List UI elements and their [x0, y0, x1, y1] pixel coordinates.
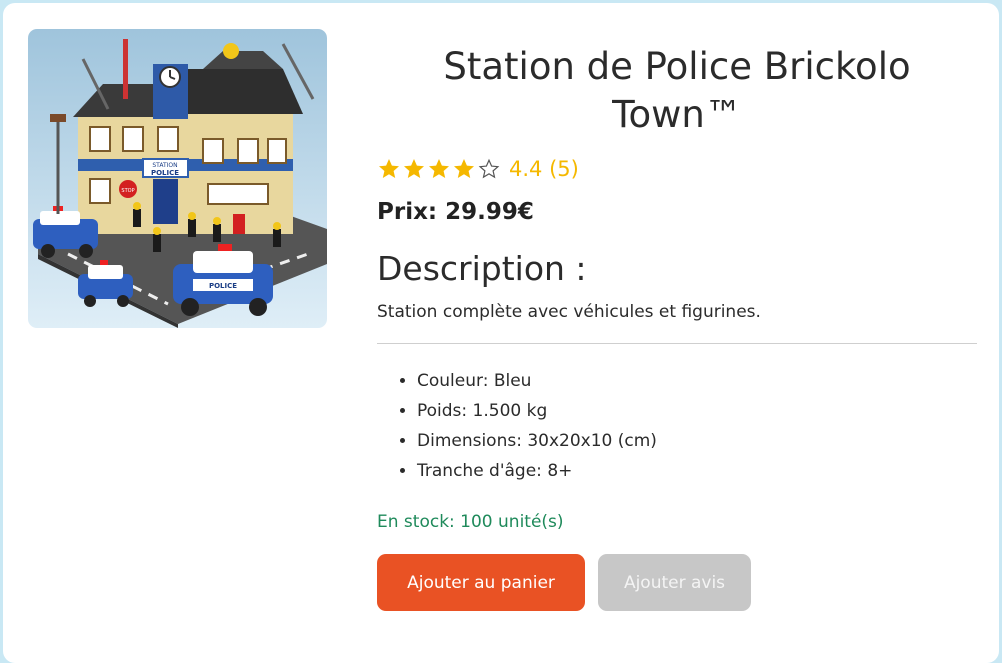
- star-full-icon: [404, 159, 424, 178]
- sign-text-top: STATION: [152, 162, 177, 169]
- star-full-icon: [454, 159, 474, 178]
- product-image: STATION POLICE STOP POLICE: [28, 29, 327, 328]
- sign-text-bottom: POLICE: [151, 169, 179, 177]
- add-to-cart-button[interactable]: Ajouter au panier: [377, 554, 585, 611]
- spec-list: Couleur: Bleu Poids: 1.500 kg Dimensions…: [377, 366, 977, 486]
- rating-text: 4.4 (5): [509, 157, 579, 181]
- spec-item-weight: Poids: 1.500 kg: [417, 396, 977, 426]
- police-station-illustration: STATION POLICE STOP POLICE: [28, 29, 327, 328]
- product-title: Station de Police Brickolo Town™: [443, 45, 911, 136]
- rating: 4.4 (5): [377, 155, 977, 183]
- action-buttons: Ajouter au panier Ajouter avis: [377, 554, 977, 611]
- product-price: Prix: 29.99€: [377, 199, 534, 225]
- rating-stars: [377, 157, 501, 181]
- car-label: POLICE: [209, 282, 237, 290]
- add-review-button[interactable]: Ajouter avis: [598, 554, 751, 611]
- star-full-icon: [429, 159, 449, 178]
- star-empty-icon: [478, 158, 500, 179]
- product-card: STATION POLICE STOP POLICE Station de Po…: [3, 3, 999, 663]
- spec-item-color: Couleur: Bleu: [417, 366, 977, 396]
- stock-status: En stock: 100 unité(s): [377, 512, 564, 532]
- description-text: Station complète avec véhicules et figur…: [377, 302, 761, 322]
- stop-sign-text: STOP: [121, 188, 134, 194]
- spec-item-dimensions: Dimensions: 30x20x10 (cm): [417, 426, 977, 456]
- divider: [377, 343, 977, 344]
- star-full-icon: [379, 159, 399, 178]
- product-info: Station de Police Brickolo Town™ 4.4 (5)…: [377, 43, 977, 611]
- description-heading: Description :: [377, 249, 587, 288]
- spec-item-age: Tranche d'âge: 8+: [417, 456, 977, 486]
